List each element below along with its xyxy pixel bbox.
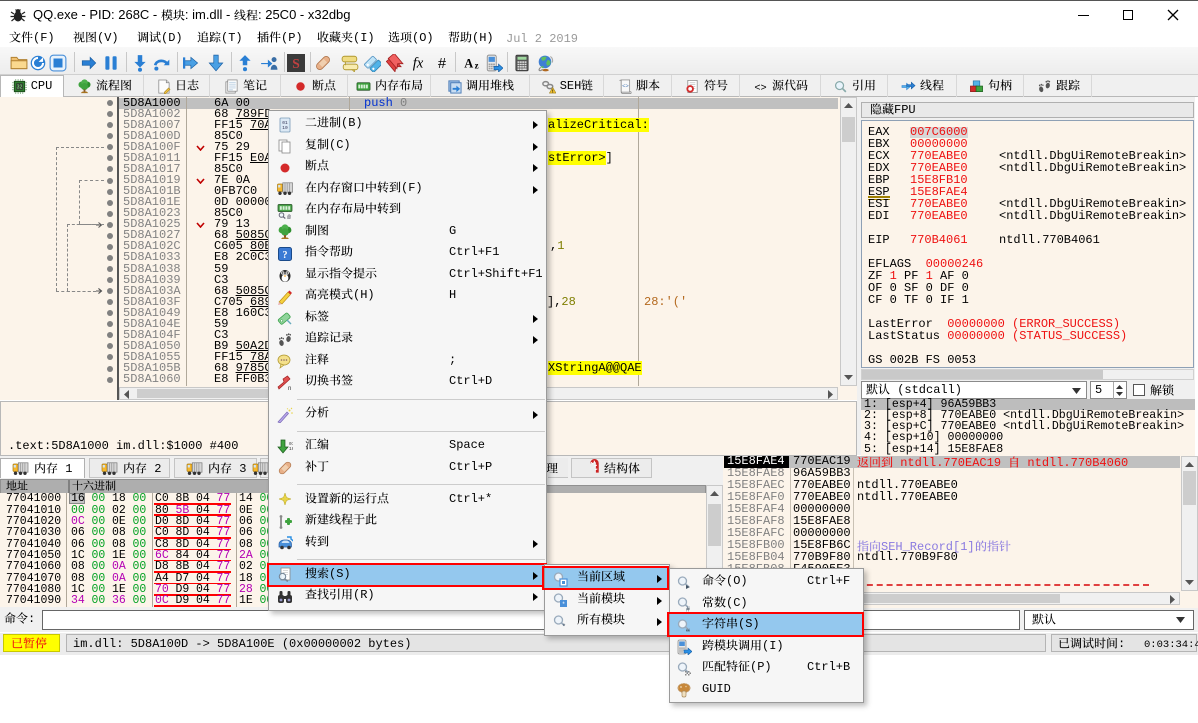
svg-text:A: A <box>464 56 473 70</box>
svg-text:32: 32 <box>16 84 22 90</box>
svg-text:<>: <> <box>622 82 629 89</box>
svg-text:!: ! <box>551 88 554 93</box>
svg-text:10: 10 <box>289 446 293 452</box>
svg-text:n: n <box>288 386 291 391</box>
svg-text:z: z <box>475 60 479 70</box>
svg-text:fx: fx <box>412 55 423 71</box>
svg-text:10: 10 <box>282 125 288 131</box>
svg-text:*: * <box>562 624 566 630</box>
svg-text:#: # <box>438 57 447 72</box>
svg-text:@: @ <box>287 214 291 219</box>
svg-text:<>: <> <box>754 82 766 94</box>
svg-text:?: ? <box>283 250 288 261</box>
svg-text:*: * <box>562 601 566 608</box>
svg-text:S: S <box>292 56 300 71</box>
